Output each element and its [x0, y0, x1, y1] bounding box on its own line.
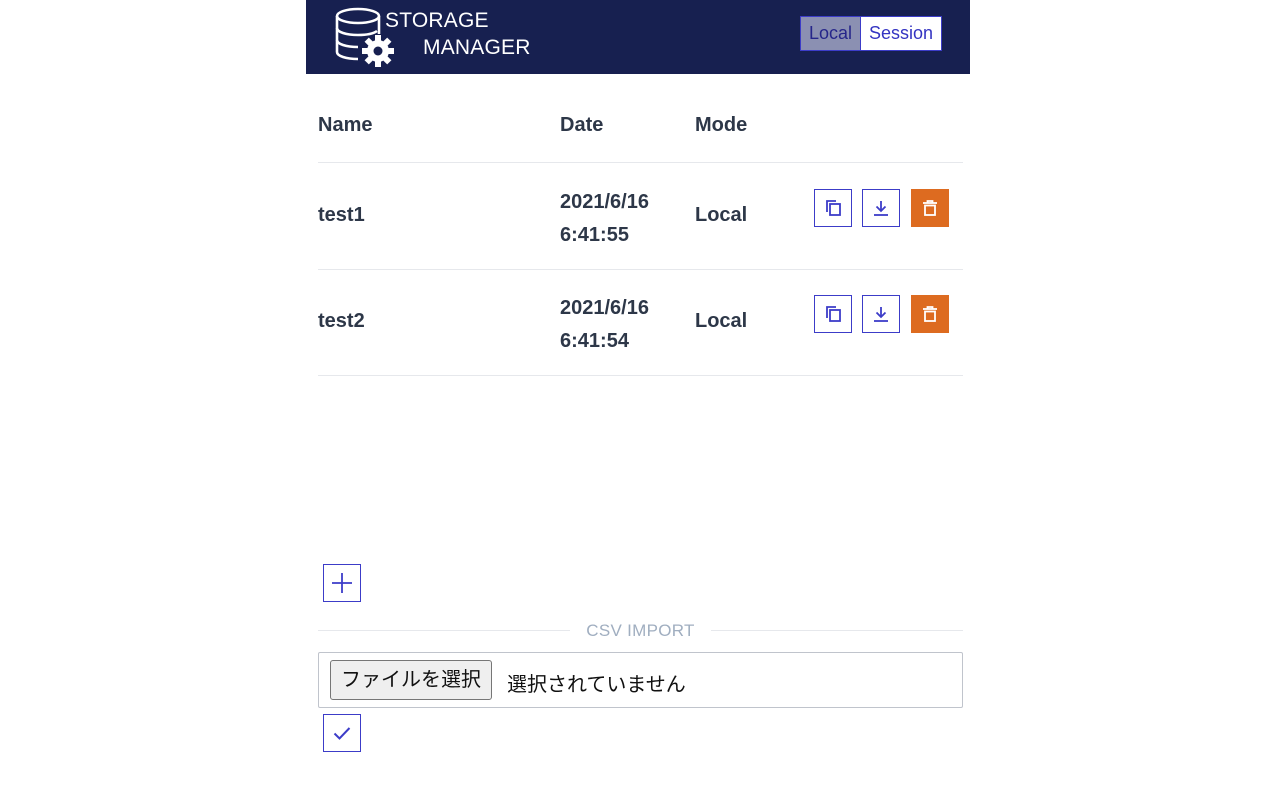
column-header-date: Date	[560, 114, 604, 136]
plus-icon	[332, 573, 352, 593]
trash-icon	[923, 200, 937, 216]
trash-icon	[923, 306, 937, 322]
import-confirm-button[interactable]	[323, 714, 361, 752]
csv-file-input: ファイルを選択 選択されていません	[318, 652, 963, 708]
row-date-day: 2021/6/16	[560, 297, 649, 319]
copy-button[interactable]	[814, 189, 852, 227]
row-name: test1	[318, 204, 365, 226]
row-mode: Local	[695, 204, 748, 226]
file-status-text: 選択されていません	[507, 674, 686, 696]
column-header-name: Name	[318, 114, 373, 136]
delete-button[interactable]	[911, 189, 949, 227]
divider-line-right	[711, 630, 963, 631]
logo-text-storage: STORAGE	[385, 9, 489, 32]
table-row: test2 2021/6/16 6:41:54 Local	[318, 269, 963, 376]
copy-button[interactable]	[814, 295, 852, 333]
copy-icon	[826, 200, 841, 216]
row-date-time: 6:41:55	[560, 224, 629, 246]
row-date: 2021/6/16 6:41:55	[560, 186, 649, 252]
table-row: test1 2021/6/16 6:41:55 Local	[318, 163, 963, 270]
csv-import-label: CSV IMPORT	[586, 621, 695, 640]
download-icon	[874, 201, 888, 216]
table-header: Name Date Mode	[318, 90, 963, 163]
copy-icon	[826, 306, 841, 322]
delete-button[interactable]	[911, 295, 949, 333]
row-date: 2021/6/16 6:41:54	[560, 292, 649, 358]
row-date-day: 2021/6/16	[560, 191, 649, 213]
check-icon	[333, 727, 351, 740]
download-button[interactable]	[862, 295, 900, 333]
choose-file-button[interactable]: ファイルを選択	[330, 660, 492, 700]
mode-local-button[interactable]: Local	[801, 17, 862, 50]
column-header-mode: Mode	[695, 114, 748, 136]
csv-import-divider: CSV IMPORT	[318, 620, 963, 640]
app-header: STORAGE MANAGER Local Session	[306, 0, 970, 74]
row-date-time: 6:41:54	[560, 330, 629, 352]
mode-session-button[interactable]: Session	[861, 17, 942, 50]
logo-text-manager: MANAGER	[423, 36, 531, 59]
storage-manager-app: STORAGE MANAGER Local Session Name Date …	[306, 0, 970, 800]
row-mode: Local	[695, 310, 748, 332]
add-item-button[interactable]	[323, 564, 361, 602]
row-name: test2	[318, 310, 365, 332]
download-icon	[874, 307, 888, 322]
download-button[interactable]	[862, 189, 900, 227]
storage-mode-toggle: Local Session	[800, 16, 943, 51]
